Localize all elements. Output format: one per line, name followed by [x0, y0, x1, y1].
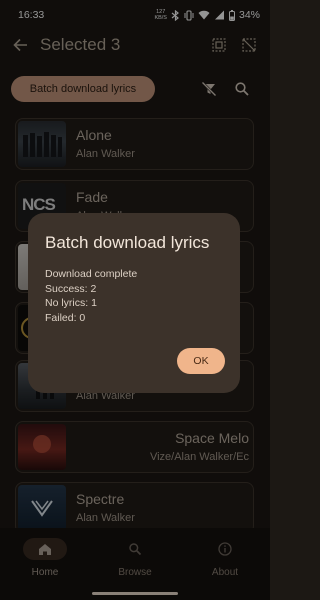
dialog-line-failed: Failed: 0: [45, 311, 86, 324]
batch-download-dialog: Batch download lyrics Download complete …: [28, 213, 240, 393]
dialog-title: Batch download lyrics: [45, 233, 210, 252]
gesture-handle[interactable]: [92, 592, 178, 595]
ok-button[interactable]: OK: [177, 348, 225, 374]
dialog-message: Download complete Success: 2 No lyrics: …: [45, 267, 223, 325]
dialog-line-status: Download complete: [45, 268, 138, 280]
dialog-line-success: Success: 2: [45, 282, 97, 295]
dialog-line-no-lyrics: No lyrics: 1: [45, 297, 97, 309]
